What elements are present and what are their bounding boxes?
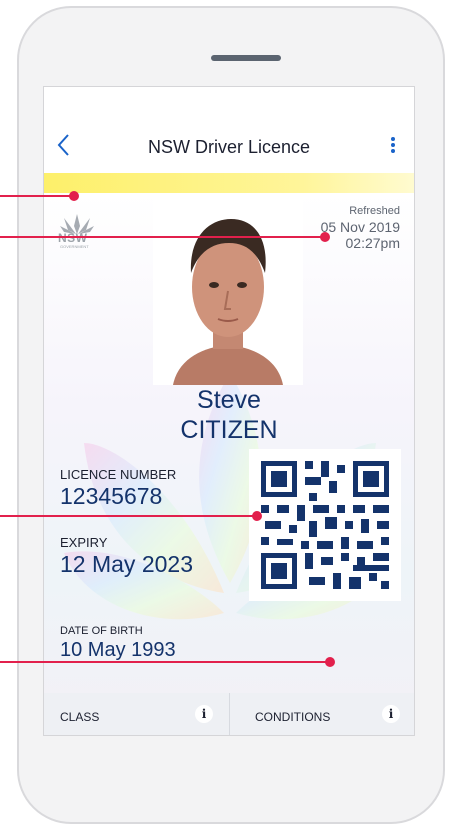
class-conditions-bar: CLASS i CONDITIONS i: [44, 693, 414, 735]
expiry-label: EXPIRY: [60, 535, 108, 550]
dob-label: DATE OF BIRTH: [60, 625, 143, 637]
dob-value: 10 May 1993: [60, 639, 176, 661]
holder-photo: [153, 199, 303, 385]
qr-code[interactable]: [249, 449, 401, 601]
pointer-line-hologram: [0, 195, 73, 197]
app-screen: NSW Driver Licence NSW GOVERNMENT Refres…: [43, 86, 415, 736]
page-title: NSW Driver Licence: [147, 137, 311, 157]
pointer-line-licence-number: [0, 515, 256, 517]
nsw-logo-text: NSW: [58, 231, 88, 245]
pointer-dot-dob: [325, 657, 335, 667]
conditions-label: CONDITIONS: [255, 710, 331, 724]
licence-number-value: 12345678: [60, 483, 163, 509]
holder-first-name: Steve: [197, 386, 261, 414]
expiry-value: 12 May 2023: [60, 551, 193, 577]
conditions-cell[interactable]: CONDITIONS i: [231, 693, 414, 735]
pointer-line-dob: [0, 661, 330, 663]
class-cell[interactable]: CLASS i: [44, 693, 230, 735]
pointer-line-refresh: [0, 236, 325, 238]
phone-speaker: [211, 55, 281, 61]
pointer-dot-licence-number: [252, 511, 262, 521]
pointer-dot-refresh: [320, 232, 330, 242]
refresh-label: Refreshed: [349, 205, 400, 217]
info-icon[interactable]: i: [382, 705, 400, 723]
nsw-logo-subtext: GOVERNMENT: [60, 244, 89, 249]
class-label: CLASS: [60, 710, 100, 724]
more-vertical-icon[interactable]: [390, 137, 396, 153]
licence-number-label: LICENCE NUMBER: [60, 467, 177, 482]
refresh-time: 02:27pm: [345, 235, 400, 251]
info-icon[interactable]: i: [195, 705, 213, 723]
holder-last-name: CITIZEN: [180, 416, 278, 444]
pointer-dot-hologram: [69, 191, 79, 201]
licence-card: NSW GOVERNMENT Refreshed 05 Nov 2019 02:…: [44, 193, 414, 735]
hologram-band: [44, 173, 414, 193]
refresh-date: 05 Nov 2019: [320, 219, 400, 235]
app-header: NSW Driver Licence: [44, 87, 414, 173]
